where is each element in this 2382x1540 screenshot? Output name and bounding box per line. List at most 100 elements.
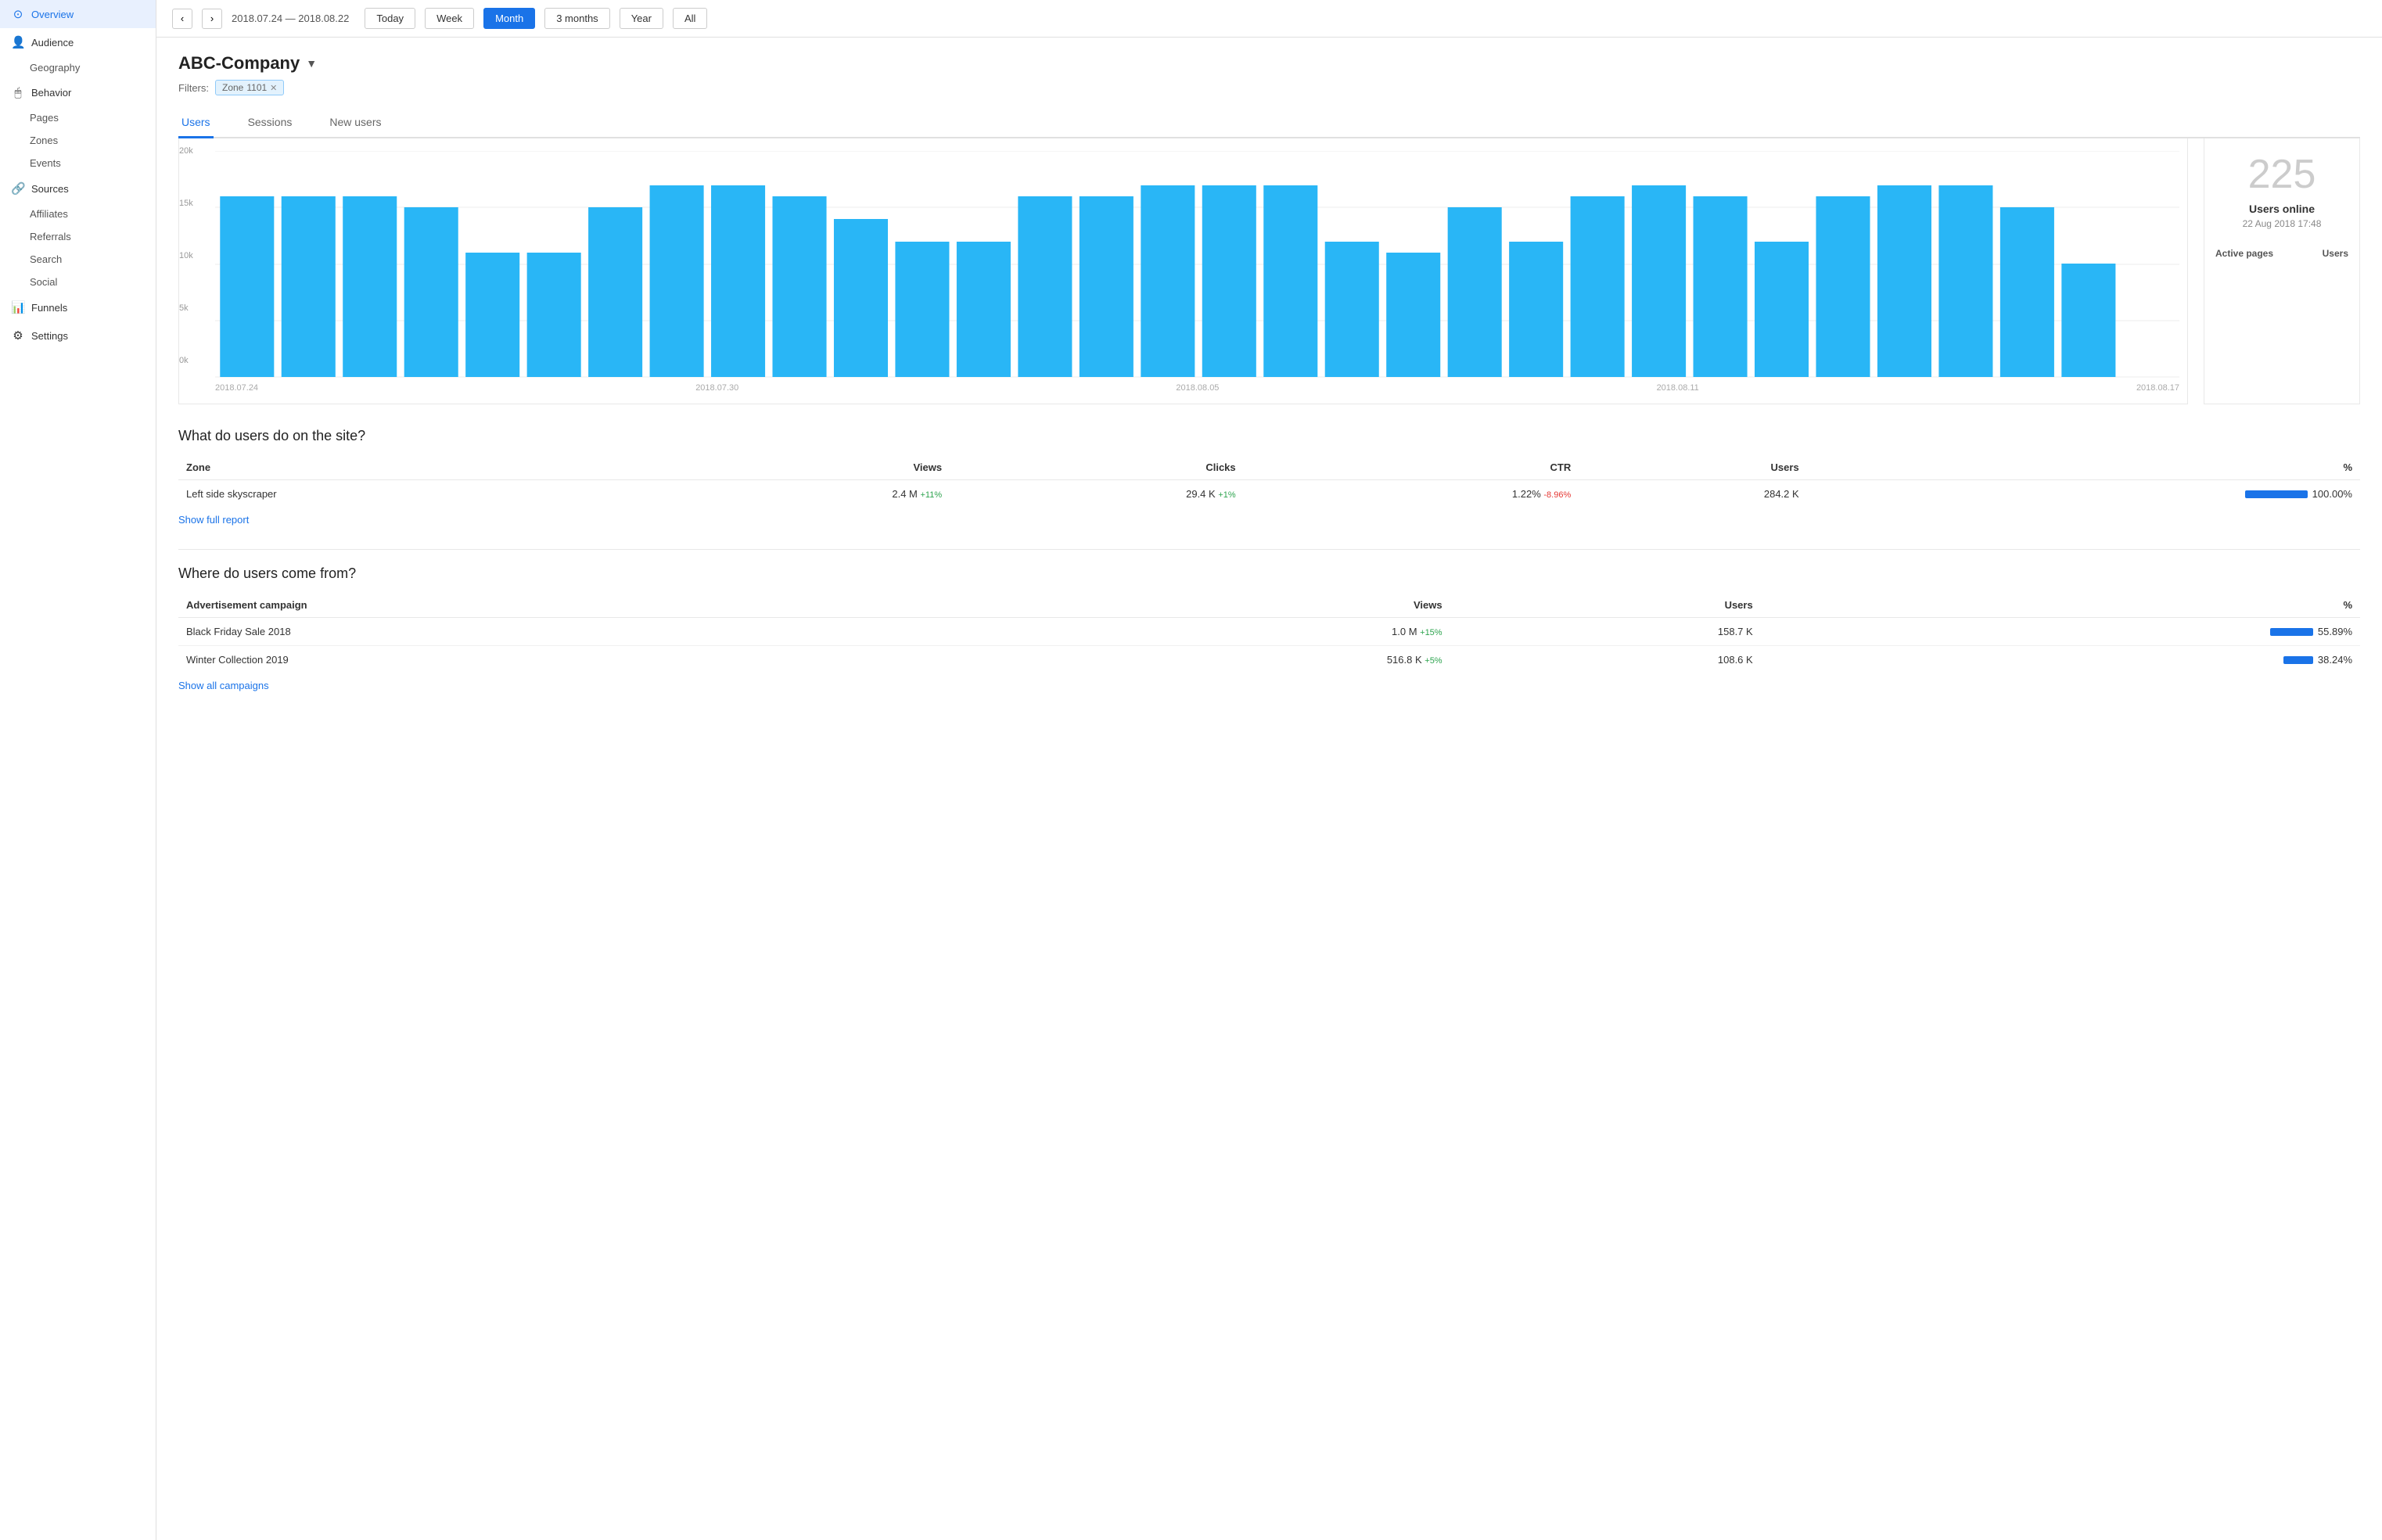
campaign-pct-label: 55.89% [2318,626,2352,637]
tab-sessions[interactable]: Sessions [245,109,296,138]
zone-percent: 100.00% [1807,480,2360,508]
behavior-icon: 🖱 [11,86,25,99]
zone-users: 284.2 K [1579,480,1806,508]
table-row: Black Friday Sale 2018 1.0 M +15% 158.7 … [178,618,2360,646]
zone-col-ctr: CTR [1244,455,1579,480]
sidebar-label-affiliates: Affiliates [30,208,68,220]
campaign-percent: 55.89% [1761,618,2360,646]
zone-clicks: 29.4 K +1% [950,480,1244,508]
online-label: Users online [2249,203,2315,215]
sidebar-item-zones[interactable]: Zones [0,129,156,152]
settings-icon: ⚙ [11,328,25,343]
next-button[interactable]: › [202,9,222,29]
zone-section-title: What do users do on the site? [178,428,2360,444]
sidebar-item-events[interactable]: Events [0,152,156,174]
week-button[interactable]: Week [425,8,474,29]
sidebar-label-zones: Zones [30,135,58,146]
content-area: ABC-Company ▼ Filters: Zone 1101 ✕ Users… [156,38,2382,731]
today-button[interactable]: Today [365,8,415,29]
sidebar-label-referrals: Referrals [30,231,71,242]
zone-section: What do users do on the site? Zone Views… [178,428,2360,526]
date-range: 2018.07.24 — 2018.08.22 [232,13,349,24]
sidebar-label-audience: Audience [31,37,74,48]
sidebar-item-overview[interactable]: ⊙ Overview [0,0,156,28]
sidebar-label-behavior: Behavior [31,87,71,99]
show-all-campaigns-link[interactable]: Show all campaigns [178,680,269,691]
chart-area: 20k 15k 10k 5k 0k [178,138,2188,404]
zone-col-clicks: Clicks [950,455,1244,480]
campaign-section: Where do users come from? Advertisement … [178,565,2360,691]
campaign-users: 108.6 K [1450,646,1761,674]
chart-container: 20k 15k 10k 5k 0k [178,138,2360,404]
sidebar-item-behavior[interactable]: 🖱 Behavior [0,79,156,106]
sidebar-label-social: Social [30,276,57,288]
zone-pct-label: 100.00% [2312,488,2352,500]
sidebar-item-search[interactable]: Search [0,248,156,271]
online-count: 225 [2248,154,2316,195]
filter-tag-zone: Zone 1101 ✕ [215,80,284,95]
sidebar-item-geography[interactable]: Geography [0,56,156,79]
active-pages-users-label: Users [2323,248,2348,259]
filter-remove-icon[interactable]: ✕ [270,83,277,93]
sidebar-item-pages[interactable]: Pages [0,106,156,129]
zone-name: Left side skyscraper [178,480,656,508]
sidebar-item-sources[interactable]: 🔗 Sources [0,174,156,203]
sidebar-item-referrals[interactable]: Referrals [0,225,156,248]
zone-table: Zone Views Clicks CTR Users % Left side … [178,455,2360,508]
zone-col-views: Views [656,455,950,480]
campaign-views: 516.8 K +5% [1015,646,1450,674]
company-header: ABC-Company ▼ [178,53,2360,74]
campaign-col-name: Advertisement campaign [178,593,1015,618]
campaign-users: 158.7 K [1450,618,1761,646]
campaign-name: Winter Collection 2019 [178,646,1015,674]
metric-tabs: Users Sessions New users [178,109,2360,138]
campaign-table: Advertisement campaign Views Users % Bla… [178,593,2360,673]
sidebar-item-social[interactable]: Social [0,271,156,293]
filters-row: Filters: Zone 1101 ✕ [178,80,2360,95]
sidebar: ⊙ Overview 👤 Audience Geography 🖱 Behavi… [0,0,156,1540]
zone-views: 2.4 M +11% [656,480,950,508]
active-pages-header: Active pages Users [2215,248,2348,259]
filter-zone-label: Zone [222,82,243,93]
year-button[interactable]: Year [620,8,663,29]
all-button[interactable]: All [673,8,707,29]
sidebar-item-funnels[interactable]: 📊 Funnels [0,293,156,321]
tab-users[interactable]: Users [178,109,214,138]
sidebar-label-sources: Sources [31,183,69,195]
prev-button[interactable]: ‹ [172,9,192,29]
sidebar-item-audience[interactable]: 👤 Audience [0,28,156,56]
sidebar-label-settings: Settings [31,330,68,342]
zone-col-percent: % [1807,455,2360,480]
sources-icon: 🔗 [11,181,25,196]
filters-label: Filters: [178,82,209,94]
campaign-col-views: Views [1015,593,1450,618]
campaign-views: 1.0 M +15% [1015,618,1450,646]
sidebar-item-settings[interactable]: ⚙ Settings [0,321,156,350]
table-row: Winter Collection 2019 516.8 K +5% 108.6… [178,646,2360,674]
audience-icon: 👤 [11,35,25,49]
zone-ctr: 1.22% -8.96% [1244,480,1579,508]
zone-bar [2245,490,2308,498]
campaign-name: Black Friday Sale 2018 [178,618,1015,646]
three-months-button[interactable]: 3 months [544,8,609,29]
topbar: ‹ › 2018.07.24 — 2018.08.22 Today Week M… [156,0,2382,38]
campaign-bar [2283,656,2313,664]
online-panel: 225 Users online 22 Aug 2018 17:48 Activ… [2204,138,2360,404]
company-dropdown-icon[interactable]: ▼ [306,57,317,70]
campaign-col-users: Users [1450,593,1761,618]
campaign-percent: 38.24% [1761,646,2360,674]
chart-svg-area [187,151,2179,380]
month-button[interactable]: Month [483,8,535,29]
filter-zone-value: 1101 [246,82,267,93]
zone-col-users: Users [1579,455,1806,480]
zone-col-zone: Zone [178,455,656,480]
tab-new-users[interactable]: New users [326,109,384,138]
funnels-icon: 📊 [11,300,25,314]
active-pages-label: Active pages [2215,248,2273,259]
campaign-bar [2270,628,2313,636]
overview-icon: ⊙ [11,7,25,21]
show-full-report-link[interactable]: Show full report [178,514,249,526]
sidebar-label-pages: Pages [30,112,59,124]
main-content: ‹ › 2018.07.24 — 2018.08.22 Today Week M… [156,0,2382,1540]
sidebar-item-affiliates[interactable]: Affiliates [0,203,156,225]
